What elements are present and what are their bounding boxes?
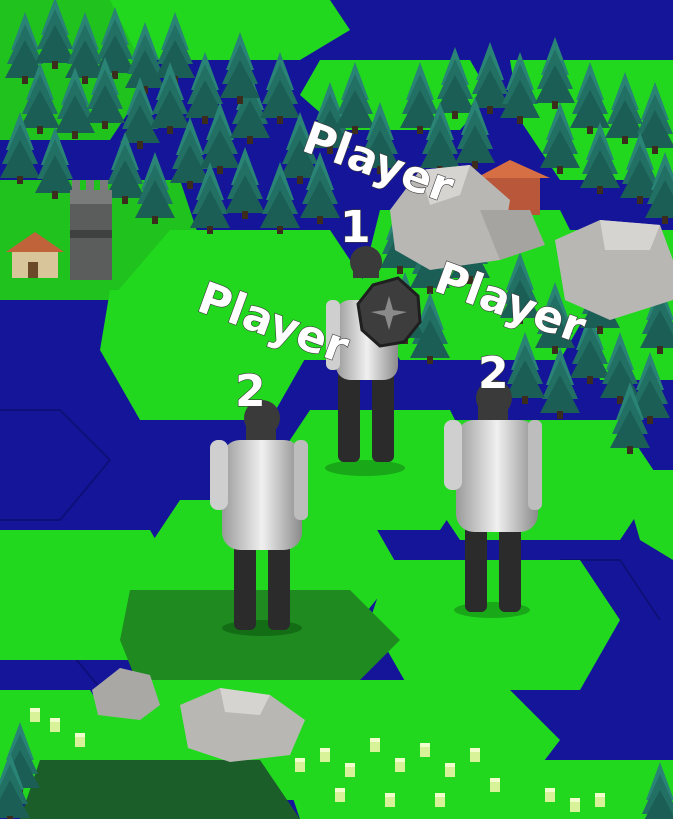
grass-hex-tile [20, 760, 300, 819]
player-1-label-number: 1 [340, 202, 371, 253]
game-viewport[interactable]: Player 1 Player 2 Player 2 [0, 0, 673, 819]
grass-hex-tile [120, 590, 400, 690]
grass-hex-tile [370, 560, 620, 690]
castle-tower [70, 180, 112, 280]
player-2-label-right-number: 2 [478, 348, 509, 399]
player-2-label-left-number: 2 [235, 366, 266, 417]
